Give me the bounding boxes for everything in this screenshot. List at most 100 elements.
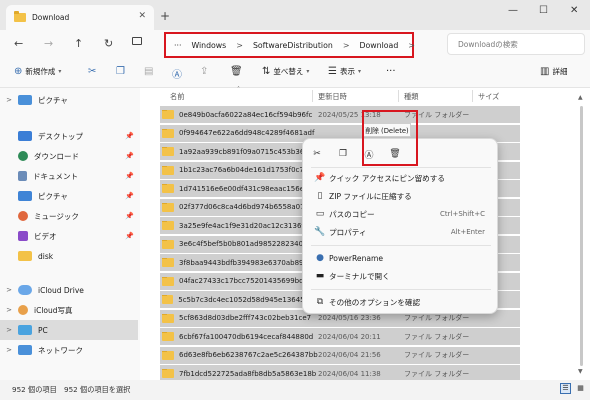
rename-button[interactable]: Ⓐ: [172, 66, 182, 81]
new-tab-button[interactable]: +: [160, 9, 170, 23]
sidebar-item-downloads[interactable]: ダウンロード 📌: [0, 146, 138, 166]
menu-item-pin-quick-access[interactable]: 📌 クイック アクセスにピン留めする: [311, 169, 491, 187]
address-bar[interactable]: ··· Windows > SoftwareDistribution > Dow…: [164, 32, 415, 58]
refresh-button[interactable]: ↻: [104, 37, 113, 50]
minimize-button[interactable]: —: [508, 5, 518, 16]
column-divider[interactable]: [472, 90, 473, 102]
sidebar-item-disk[interactable]: disk: [0, 246, 138, 266]
table-row[interactable]: 6d63e8fb6eb6238767c2ae5c264387bb 2024/06/…: [160, 346, 520, 364]
chevron-right-icon[interactable]: >: [0, 306, 18, 314]
file-name: 5cf863d8d03dbe2fff743c02beb31ce7: [179, 314, 312, 322]
scrollbar[interactable]: ▲ ▼: [578, 94, 586, 378]
modified-date: 2024/06/04 11:38: [318, 369, 381, 378]
scissors-icon[interactable]: ✂: [309, 149, 325, 159]
sidebar-item-label: ダウンロード: [34, 151, 79, 161]
computer-icon: [18, 325, 32, 335]
search-input[interactable]: Downloadの検索: [447, 33, 585, 55]
new-button[interactable]: ⊕ 新規作成 ▾: [14, 66, 61, 77]
monitor-icon[interactable]: [132, 37, 142, 45]
pin-icon[interactable]: 📌: [125, 232, 134, 240]
chevron-right-icon[interactable]: >: [0, 346, 18, 354]
column-header-name[interactable]: 名前: [170, 92, 184, 102]
up-button[interactable]: ↑: [74, 37, 83, 50]
more-options-button[interactable]: ···: [386, 66, 396, 77]
document-icon: [18, 171, 27, 181]
sidebar-item-music[interactable]: ミュージック 📌: [0, 206, 138, 226]
file-name: 1d741516e6e00df431c98eaac156e9b9: [179, 184, 318, 193]
copy-button[interactable]: ❐: [116, 66, 125, 77]
chevron-right-icon[interactable]: >: [0, 96, 18, 104]
sidebar-item-documents[interactable]: ドキュメント 📌: [0, 166, 138, 186]
menu-item-label: クイック アクセスにピン留めする: [329, 173, 445, 183]
menu-item-open-terminal[interactable]: ▬ ターミナルで開く: [311, 267, 491, 285]
address-more[interactable]: ···: [174, 41, 181, 50]
tiles-view-icon[interactable]: ▦: [575, 383, 586, 394]
copy-icon[interactable]: ❐: [335, 149, 351, 159]
sidebar-item-icloud-drive[interactable]: > iCloud Drive: [0, 280, 138, 300]
status-bar: 952 個の項目 952 個の項目を選択 ☰ ▦: [0, 380, 590, 400]
breadcrumb-chevron-icon[interactable]: >: [408, 41, 415, 50]
column-header-date[interactable]: 更新日時: [318, 92, 347, 102]
table-row[interactable]: 0e849b0acfa6022a84ec16cf594b96fc 2024/05/…: [160, 106, 520, 123]
file-name: 6d63e8fb6eb6238767c2ae5c264387bb: [179, 351, 318, 359]
sidebar-item-pc[interactable]: > PC: [0, 320, 138, 340]
menu-item-copy-path[interactable]: ▭ パスのコピー Ctrl+Shift+C: [311, 205, 491, 223]
column-header-type[interactable]: 種類: [404, 92, 418, 102]
tab-download[interactable]: Download ✕: [6, 5, 154, 30]
menu-divider: [311, 167, 491, 168]
chevron-right-icon[interactable]: >: [0, 326, 18, 334]
menu-item-properties[interactable]: 🔧 プロパティ Alt+Enter: [311, 223, 491, 241]
column-header-size[interactable]: サイズ: [478, 92, 499, 102]
share-button[interactable]: ⇪: [200, 66, 208, 77]
maximize-button[interactable]: ☐: [539, 5, 548, 16]
sidebar-item-pictures-top[interactable]: > ピクチャ: [0, 90, 138, 110]
menu-item-more-options[interactable]: ⧉ その他のオプションを確認: [311, 293, 491, 311]
breadcrumb-download[interactable]: Download: [360, 41, 399, 50]
table-row[interactable]: 6cbf67fa100470db6194cecaf844880d 2024/06/…: [160, 328, 520, 345]
network-icon: [18, 345, 32, 355]
menu-item-powerrename[interactable]: ● PowerRename: [311, 249, 491, 267]
scrollbar-thumb[interactable]: [580, 106, 583, 366]
paste-button[interactable]: ▤: [144, 66, 153, 77]
tab-close-icon[interactable]: ✕: [138, 11, 146, 21]
close-button[interactable]: ✕: [570, 5, 578, 16]
sidebar-item-icloud-photos[interactable]: > iCloud写真: [0, 300, 138, 320]
column-divider[interactable]: [398, 90, 399, 102]
folder-icon: [162, 165, 174, 175]
sort-button[interactable]: ⇅ 並べ替え ▾: [262, 66, 309, 77]
pin-icon[interactable]: 📌: [125, 132, 134, 140]
details-view-icon[interactable]: ☰: [560, 383, 571, 394]
view-button[interactable]: ☰ 表示 ▾: [328, 66, 361, 77]
breadcrumb-softwaredistribution[interactable]: SoftwareDistribution: [253, 41, 333, 50]
sidebar-item-desktop[interactable]: デスクトップ 📌: [0, 126, 138, 146]
pin-icon[interactable]: 📌: [125, 212, 134, 220]
menu-item-label: その他のオプションを確認: [329, 297, 421, 307]
pin-icon[interactable]: 📌: [125, 152, 134, 160]
pin-icon[interactable]: 📌: [125, 192, 134, 200]
sidebar-item-label: ピクチャ: [38, 191, 68, 201]
chevron-right-icon[interactable]: >: [0, 286, 18, 294]
sidebar-item-label: デスクトップ: [38, 131, 83, 141]
scroll-up-icon[interactable]: ▲: [578, 94, 583, 101]
breadcrumb-chevron-icon[interactable]: >: [236, 41, 243, 50]
sort-icon: ⇅: [262, 66, 271, 77]
column-divider[interactable]: [312, 90, 313, 102]
breadcrumb-windows[interactable]: Windows: [191, 41, 226, 50]
file-name-cell: 0f994647e622a6dd948c4289f4681adf: [160, 128, 318, 138]
scroll-down-icon[interactable]: ▼: [578, 368, 583, 375]
pin-icon[interactable]: 📌: [125, 172, 134, 180]
forward-button[interactable]: →: [44, 37, 53, 50]
details-pane-button[interactable]: ▥ 詳細: [540, 66, 567, 77]
sidebar-item-videos[interactable]: ビデオ 📌: [0, 226, 138, 246]
folder-icon: [162, 276, 174, 286]
sidebar-item-pictures[interactable]: ピクチャ 📌: [0, 186, 138, 206]
breadcrumb-chevron-icon[interactable]: >: [343, 41, 350, 50]
cut-button[interactable]: ✂: [88, 66, 96, 77]
menu-item-compress-zip[interactable]: ▯ ZIP ファイルに圧縮する: [311, 187, 491, 205]
sidebar-item-network[interactable]: > ネットワーク: [0, 340, 138, 360]
delete-button[interactable]: 🗑: [230, 66, 243, 77]
pictures-icon: [18, 191, 32, 201]
chevron-down-icon: ▾: [58, 68, 62, 75]
back-button[interactable]: ←: [14, 37, 23, 50]
photos-icon: [18, 305, 28, 315]
